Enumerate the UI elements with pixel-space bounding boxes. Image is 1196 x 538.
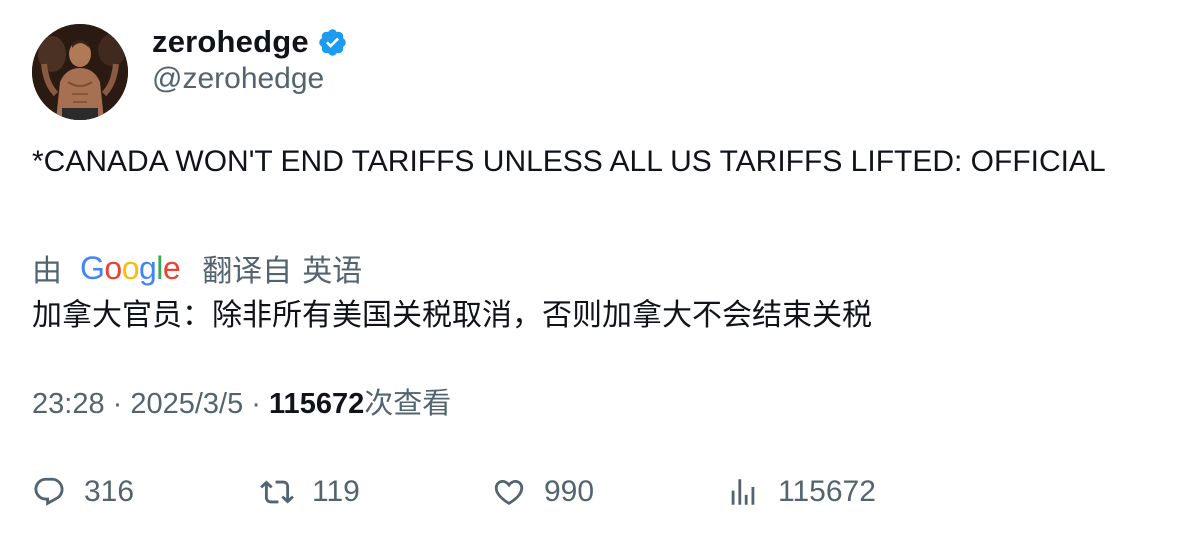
avatar[interactable] xyxy=(32,24,128,120)
reply-icon xyxy=(32,475,66,509)
views-count: 115672 xyxy=(269,388,365,420)
tweet-time[interactable]: 23:28 xyxy=(32,388,105,420)
views-action-count: 115672 xyxy=(778,475,876,508)
views-button[interactable]: 115672 xyxy=(726,472,876,512)
avatar-photo-icon xyxy=(32,24,128,120)
views-label: 次查看 xyxy=(364,388,452,420)
tweet-meta: 23:28 · 2025/3/5 · 115672次查看 xyxy=(32,384,451,424)
like-count: 990 xyxy=(544,475,595,508)
like-button[interactable]: 990 xyxy=(492,472,594,512)
retweet-button[interactable]: 119 xyxy=(260,472,360,512)
analytics-icon xyxy=(726,475,760,509)
retweet-count: 119 xyxy=(312,475,360,508)
retweet-icon xyxy=(260,475,294,509)
translated-from-label: 翻译自 xyxy=(202,255,293,288)
translated-text: 加拿大官员：除非所有美国关税取消，否则加拿大不会结束关税 xyxy=(32,299,872,332)
tweet-text: *CANADA WON'T END TARIFFS UNLESS ALL US … xyxy=(32,145,1106,178)
translation-attribution[interactable]: 由 Google 翻译自 英语 xyxy=(32,246,362,290)
heart-icon xyxy=(492,475,526,509)
author-name-row[interactable]: zerohedge xyxy=(152,22,348,62)
reply-button[interactable]: 316 xyxy=(32,472,134,512)
author-handle[interactable]: @zerohedge xyxy=(152,62,324,96)
google-logo-icon: Google xyxy=(80,249,181,286)
reply-count: 316 xyxy=(84,475,135,508)
tweet-card: zerohedge @zerohedge *CANADA WON'T END T… xyxy=(0,0,1196,538)
translated-by-label: 由 xyxy=(32,255,62,288)
source-language: 英语 xyxy=(302,255,363,288)
meta-separator: · xyxy=(243,388,270,420)
display-name[interactable]: zerohedge xyxy=(152,24,309,60)
tweet-date[interactable]: 2025/3/5 xyxy=(130,388,243,420)
verified-badge-icon xyxy=(317,27,348,58)
meta-separator: · xyxy=(104,388,131,420)
